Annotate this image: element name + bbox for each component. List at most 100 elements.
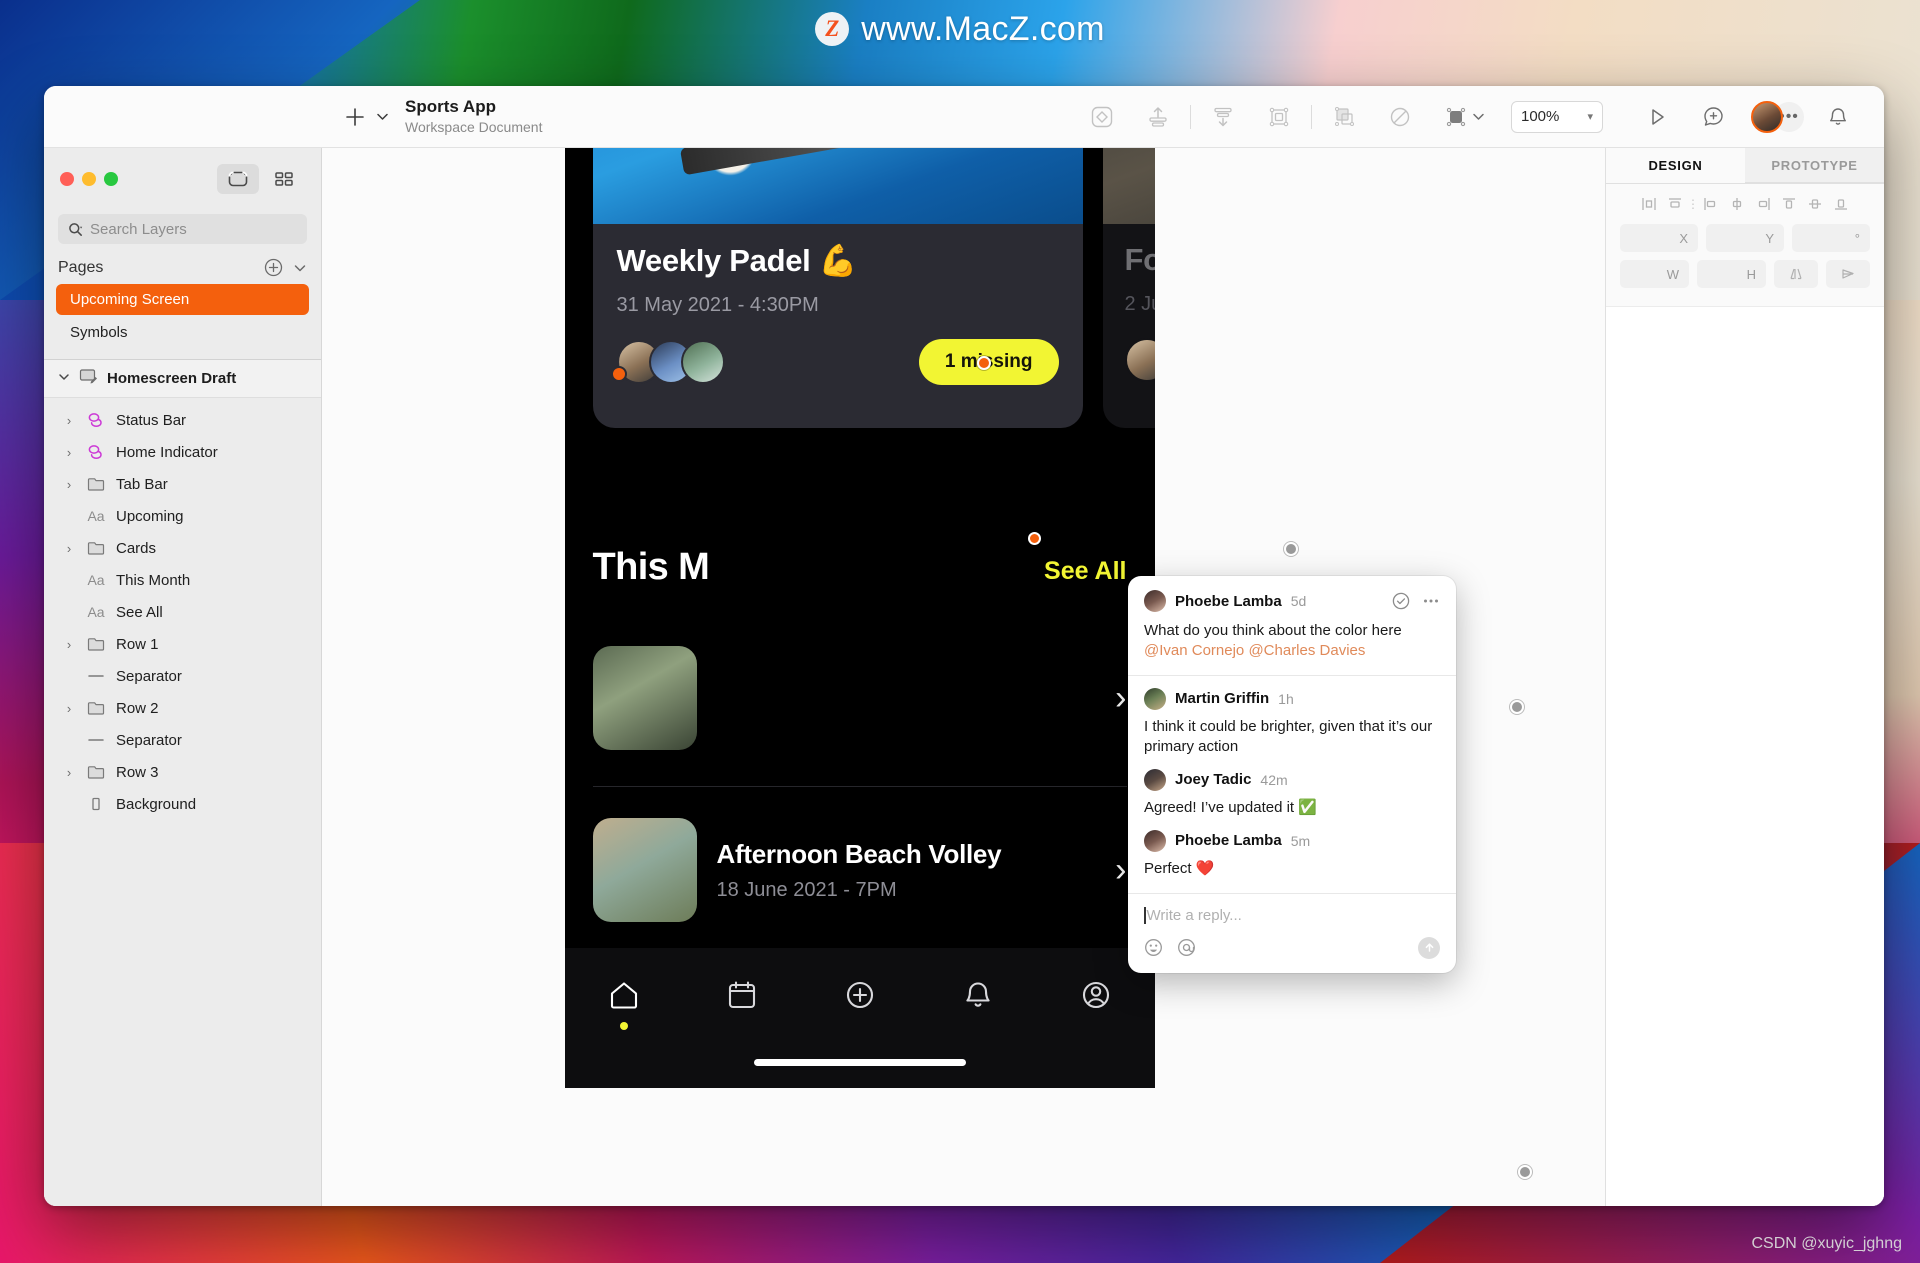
distribute-button[interactable]: [1195, 95, 1251, 139]
layer-row[interactable]: Background: [44, 788, 321, 820]
chevron-down-icon[interactable]: [293, 261, 307, 275]
search-box[interactable]: [58, 214, 307, 244]
event-row[interactable]: ›: [592, 646, 1127, 750]
y-field[interactable]: Y: [1706, 224, 1784, 252]
layer-row[interactable]: Separator: [44, 724, 321, 756]
layer-row[interactable]: Separator: [44, 660, 321, 692]
layer-row[interactable]: › Row 3: [44, 756, 321, 788]
add-page-icon[interactable]: [264, 258, 283, 277]
reply-input[interactable]: Write a reply...: [1147, 907, 1242, 924]
participant-avatars[interactable]: [610, 340, 725, 384]
rotation-field[interactable]: °: [1792, 224, 1870, 252]
x-field[interactable]: X: [1620, 224, 1698, 252]
grid-view-button[interactable]: [263, 164, 305, 194]
chevron-right-icon[interactable]: ›: [1115, 851, 1126, 890]
align-more-icon[interactable]: ⋮: [1687, 197, 1699, 211]
tab-home[interactable]: [565, 978, 683, 1030]
layer-row[interactable]: › Row 2: [44, 692, 321, 724]
tab-design[interactable]: DESIGN: [1606, 148, 1745, 183]
twisty-icon[interactable]: ›: [62, 413, 76, 428]
align-left-button[interactable]: [1698, 191, 1724, 217]
comment-mentions[interactable]: @Ivan Cornejo @Charles Davies: [1144, 641, 1440, 661]
twisty-icon[interactable]: ›: [62, 637, 76, 652]
twisty-icon[interactable]: ›: [62, 701, 76, 716]
height-field[interactable]: H: [1697, 260, 1766, 288]
minimize-button[interactable]: [82, 172, 96, 186]
comment-pin[interactable]: [1518, 1165, 1532, 1179]
layer-row[interactable]: Aa Upcoming: [44, 500, 321, 532]
align-top-button[interactable]: [1130, 95, 1186, 139]
canvas-view-button[interactable]: [217, 164, 259, 194]
twisty-icon[interactable]: ›: [62, 477, 76, 492]
see-all-link[interactable]: See All: [1044, 557, 1126, 586]
layer-row[interactable]: › Cards: [44, 532, 321, 564]
tab-add[interactable]: [801, 978, 919, 1012]
layer-artboard-row[interactable]: Homescreen Draft: [44, 360, 321, 398]
folder-icon: [85, 636, 107, 652]
layer-row[interactable]: Aa This Month: [44, 564, 321, 596]
align-center-horizontal-button[interactable]: [1662, 191, 1688, 217]
tab-profile[interactable]: [1037, 978, 1155, 1012]
flip-horizontal-button[interactable]: [1774, 260, 1818, 288]
tab-prototype[interactable]: PROTOTYPE: [1745, 148, 1884, 183]
align-top-button[interactable]: [1776, 191, 1802, 217]
scissors-button[interactable]: [1372, 95, 1428, 139]
resolve-check-icon[interactable]: [1392, 592, 1410, 610]
comment-pin[interactable]: [1028, 532, 1041, 545]
chevron-right-icon[interactable]: ›: [1115, 679, 1126, 718]
maximize-button[interactable]: [104, 172, 118, 186]
page-item-upcoming-screen[interactable]: Upcoming Screen: [56, 284, 309, 315]
notifications-button[interactable]: [1810, 95, 1866, 139]
comment-pin[interactable]: [1510, 700, 1524, 714]
artboard-homescreen-draft[interactable]: Weekly Padel 💪 31 May 2021 - 4:30PM 1 mi…: [564, 148, 1155, 1088]
align-left-edge-button[interactable]: [1636, 191, 1662, 217]
event-date: 18 June 2021 - 7PM: [716, 878, 897, 901]
avatar: [1144, 829, 1166, 852]
reply-input-row[interactable]: Write a reply...: [1144, 906, 1440, 924]
layer-row[interactable]: › Home Indicator: [44, 436, 321, 468]
twisty-expanded-icon[interactable]: [58, 370, 70, 388]
width-field[interactable]: W: [1620, 260, 1689, 288]
component-button[interactable]: [1074, 95, 1130, 139]
flip-vertical-button[interactable]: [1826, 260, 1870, 288]
preview-button[interactable]: [1629, 95, 1685, 139]
event-row[interactable]: Afternoon Beach Volley 18 June 2021 - 7P…: [592, 818, 1127, 922]
canvas[interactable]: Weekly Padel 💪 31 May 2021 - 4:30PM 1 mi…: [322, 148, 1606, 1206]
participant-avatars[interactable]: [1124, 338, 1155, 382]
tab-calendar[interactable]: [683, 978, 801, 1012]
event-card-football-match[interactable]: Football Ma 2 June 2021 - 4: [1102, 148, 1155, 428]
page-item-symbols[interactable]: Symbols: [56, 317, 309, 348]
more-options-icon[interactable]: [1422, 592, 1440, 610]
avatar[interactable]: [1751, 100, 1783, 133]
boolean-button[interactable]: [1316, 95, 1372, 139]
send-reply-button[interactable]: [1418, 936, 1440, 959]
shape-dropdown[interactable]: [1472, 110, 1485, 123]
layer-row[interactable]: › Row 1: [44, 628, 321, 660]
reply-composer[interactable]: Write a reply...: [1128, 894, 1456, 973]
add-comment-button[interactable]: [1685, 95, 1741, 139]
twisty-icon[interactable]: ›: [62, 765, 76, 780]
mask-button[interactable]: [1251, 95, 1307, 139]
comment-pin[interactable]: [977, 356, 991, 370]
tab-notifications[interactable]: [919, 978, 1037, 1012]
twisty-icon[interactable]: ›: [62, 445, 76, 460]
search-input[interactable]: [90, 220, 297, 238]
twisty-icon[interactable]: ›: [62, 541, 76, 556]
zoom-level-select[interactable]: 100% ▾: [1511, 100, 1603, 133]
layer-row[interactable]: › Tab Bar: [44, 468, 321, 500]
align-bottom-button[interactable]: [1828, 191, 1854, 217]
comment-popover[interactable]: Phoebe Lamba 5d What do you think about …: [1128, 576, 1456, 973]
emoji-icon[interactable]: [1144, 938, 1163, 957]
align-horizontal-center-button[interactable]: [1724, 191, 1750, 217]
sidebar: Pages Upcoming Screen Symbols: [44, 148, 322, 1206]
insert-menu[interactable]: [322, 106, 405, 128]
align-right-button[interactable]: [1750, 191, 1776, 217]
layer-row[interactable]: Aa See All: [44, 596, 321, 628]
collaborators[interactable]: •••: [1751, 100, 1804, 133]
layer-row[interactable]: › Status Bar: [44, 404, 321, 436]
comment-pin-active[interactable]: [1284, 542, 1298, 556]
event-card-weekly-padel[interactable]: Weekly Padel 💪 31 May 2021 - 4:30PM 1 mi…: [592, 148, 1083, 428]
close-button[interactable]: [60, 172, 74, 186]
mention-icon[interactable]: [1177, 938, 1196, 957]
align-vertical-center-button[interactable]: [1802, 191, 1828, 217]
